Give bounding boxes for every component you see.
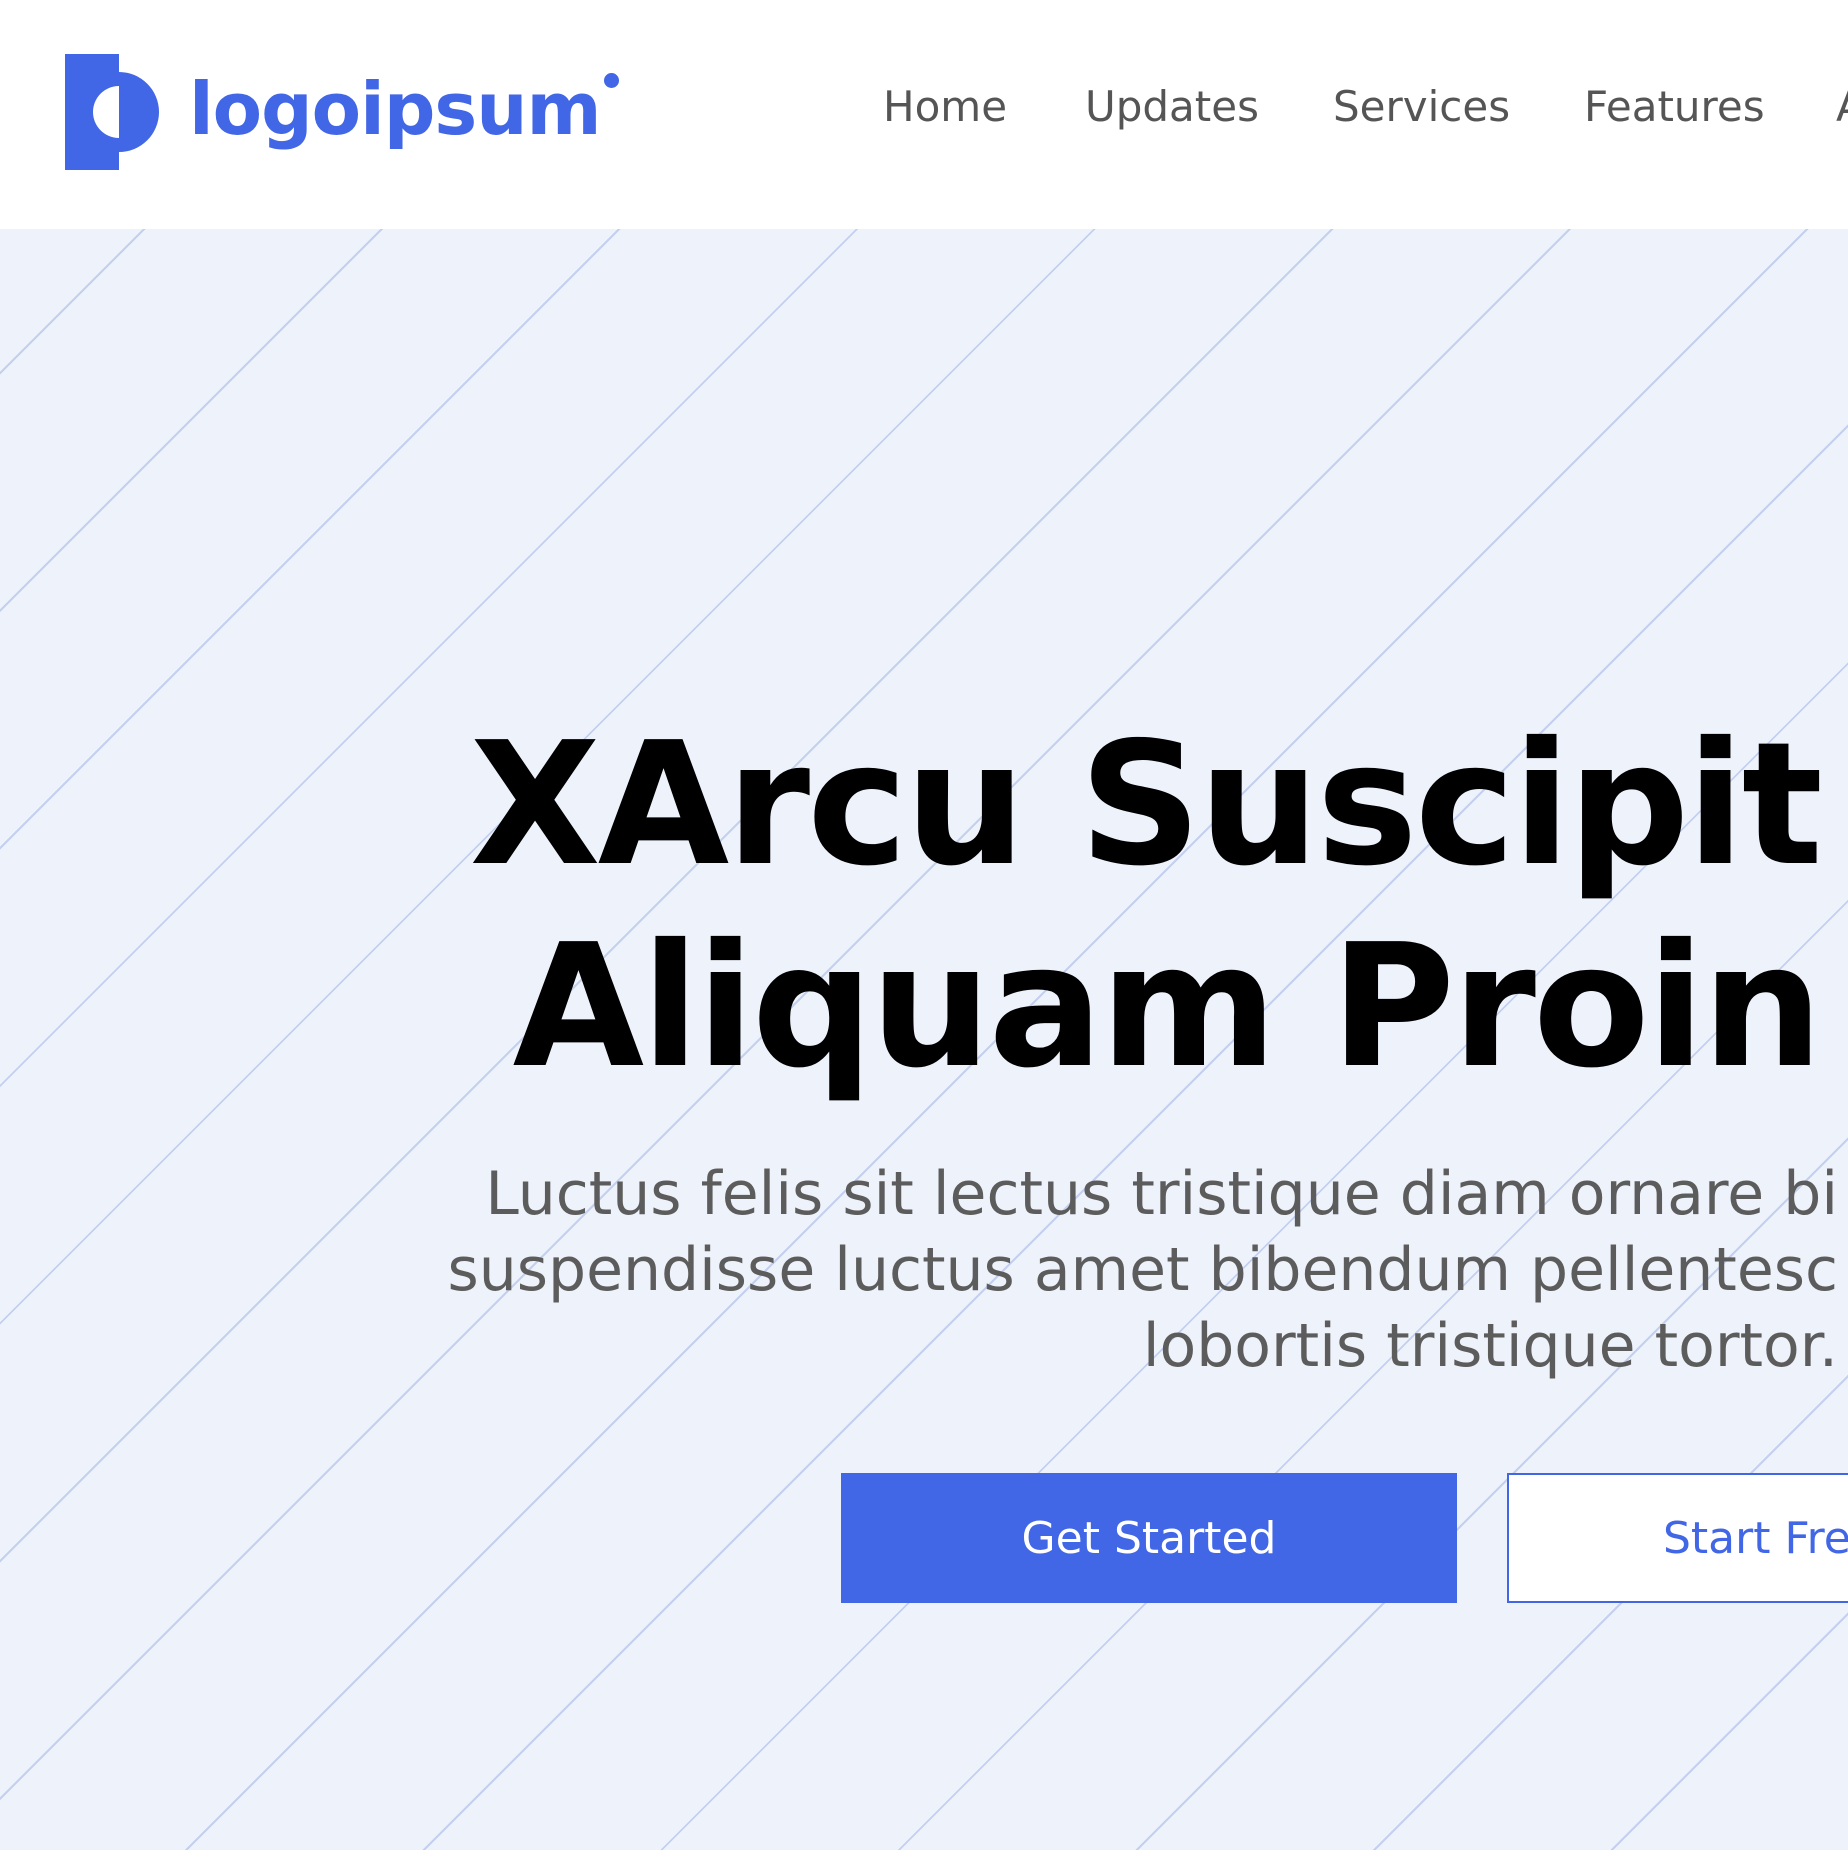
nav-item-features[interactable]: Features [1584,82,1765,131]
hero-section: XArcu Suscipit Aliquam Proin Luctus feli… [0,229,1848,1850]
nav-item-home[interactable]: Home [883,82,1007,131]
main-nav: Home Updates Services Features A [0,0,1848,229]
hero-subtitle-line-1: Luctus felis sit lectus tristique diam o… [485,1159,1838,1229]
get-started-button[interactable]: Get Started [841,1473,1457,1603]
hero-subtitle: Luctus felis sit lectus tristique diam o… [0,1156,1838,1384]
hero-title: XArcu Suscipit Aliquam Proin [0,704,1823,1108]
hero-subtitle-line-2: suspendisse luctus amet bibendum pellent… [447,1235,1838,1305]
site-header: logoipsum Home Updates Services Features… [0,0,1848,229]
hero-title-line-1: XArcu Suscipit [469,706,1823,904]
nav-item-services[interactable]: Services [1333,82,1510,131]
hero-title-line-2: Aliquam Proin [512,908,1823,1106]
nav-item-truncated[interactable]: A [1836,82,1848,131]
start-free-button[interactable]: Start Free [1507,1473,1848,1603]
nav-item-updates[interactable]: Updates [1085,82,1259,131]
hero-subtitle-line-3: lobortis tristique tortor. [1142,1311,1838,1381]
